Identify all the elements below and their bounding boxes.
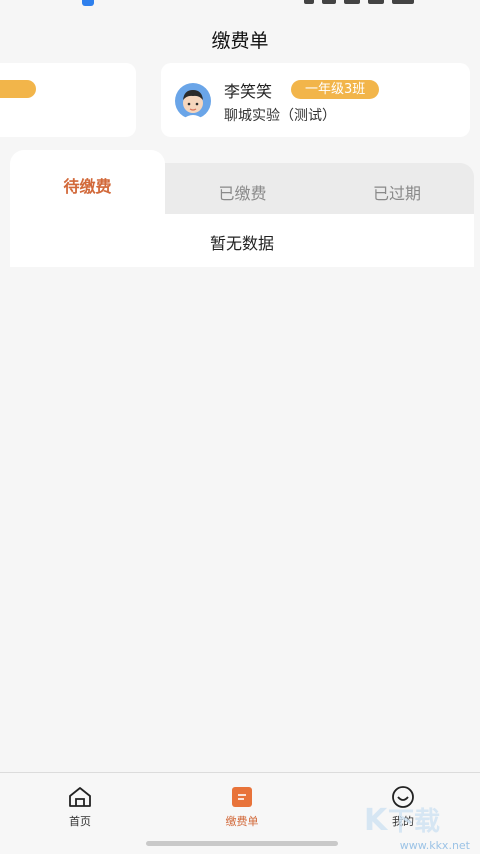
tab-paid[interactable]: 已缴费 xyxy=(165,150,320,214)
watermark-logo: K 下载 www.kkx.net xyxy=(362,798,474,854)
status-icons xyxy=(296,0,446,6)
nav-item-bill[interactable]: 缴费单 xyxy=(202,785,282,829)
nav-bill-label: 缴费单 xyxy=(225,815,259,828)
bill-icon xyxy=(232,787,252,807)
nav-item-home[interactable]: 首页 xyxy=(40,785,120,829)
nav-home-label: 首页 xyxy=(69,815,91,828)
payment-tabs: 待缴费 已缴费 已过期 暂无数据 xyxy=(10,150,474,267)
empty-state-text: 暂无数据 xyxy=(209,234,274,253)
tab-paid-label: 已缴费 xyxy=(218,184,267,203)
school-name: 聊城实验（测试） xyxy=(224,108,336,124)
tab-expired-label: 已过期 xyxy=(372,184,421,203)
watermark-icon: K 下载 xyxy=(364,803,440,838)
tab-unpaid-label: 待缴费 xyxy=(63,177,112,196)
notification-icon xyxy=(82,0,94,6)
page-title: 缴费单 xyxy=(211,30,269,52)
home-icon xyxy=(69,787,91,807)
student-name: 李笑笑 xyxy=(224,82,273,101)
svg-text:K: K xyxy=(364,803,389,838)
watermark-url: www.kkx.net xyxy=(399,839,470,852)
svg-text:下载: 下载 xyxy=(388,807,440,837)
class-badge-partial xyxy=(0,80,36,98)
student-card[interactable]: 李笑笑 一年级3班 聊城实验（测试） xyxy=(161,63,470,137)
student-card-previous[interactable] xyxy=(0,63,136,137)
class-badge: 一年级3班 xyxy=(291,80,380,99)
content-panel: 暂无数据 xyxy=(10,214,474,267)
home-indicator[interactable] xyxy=(146,841,338,846)
tab-expired[interactable]: 已过期 xyxy=(320,150,474,214)
status-bar xyxy=(0,0,480,10)
avatar xyxy=(175,83,211,119)
tab-unpaid[interactable]: 待缴费 xyxy=(10,150,165,214)
